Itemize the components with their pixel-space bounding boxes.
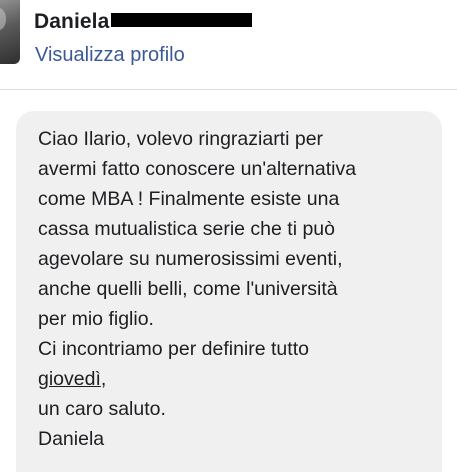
message-line: cassa mutualistica serie che ti può (38, 218, 335, 240)
message-signature: Daniela (38, 428, 105, 450)
conversation-header: Daniela Visualizza profilo (0, 0, 457, 90)
header-divider (0, 89, 457, 90)
message-line: agevolare su numerosissimi eventi, (38, 248, 343, 270)
message-line: un caro saluto. (38, 398, 166, 420)
message-line: anche quelli belli, come l'università (38, 278, 338, 300)
messenger-conversation: Daniela Visualizza profilo Ciao Ilario, … (0, 0, 457, 472)
message-line: come MBA ! Finalmente esiste una (38, 188, 340, 210)
surname-redaction (111, 13, 253, 27)
avatar[interactable] (0, 0, 20, 64)
date-suffix: , (100, 368, 107, 390)
view-profile-link[interactable]: Visualizza profilo (35, 44, 185, 67)
sender-name[interactable]: Daniela (34, 10, 109, 34)
sender-name-row: Daniela (34, 8, 253, 36)
date-link[interactable]: giovedì (38, 368, 101, 390)
message-line: per mio figlio. (38, 308, 154, 330)
message-line: Ci incontriamo per definire tutto (38, 338, 309, 360)
message-line: avermi fatto conoscere un'alternativa (38, 158, 357, 180)
message-bubble: Ciao Ilario, volevo ringraziarti per ave… (16, 111, 442, 472)
message-line: Ciao Ilario, volevo ringraziarti per (38, 128, 324, 150)
message-line-date: giovedì, (38, 364, 424, 394)
